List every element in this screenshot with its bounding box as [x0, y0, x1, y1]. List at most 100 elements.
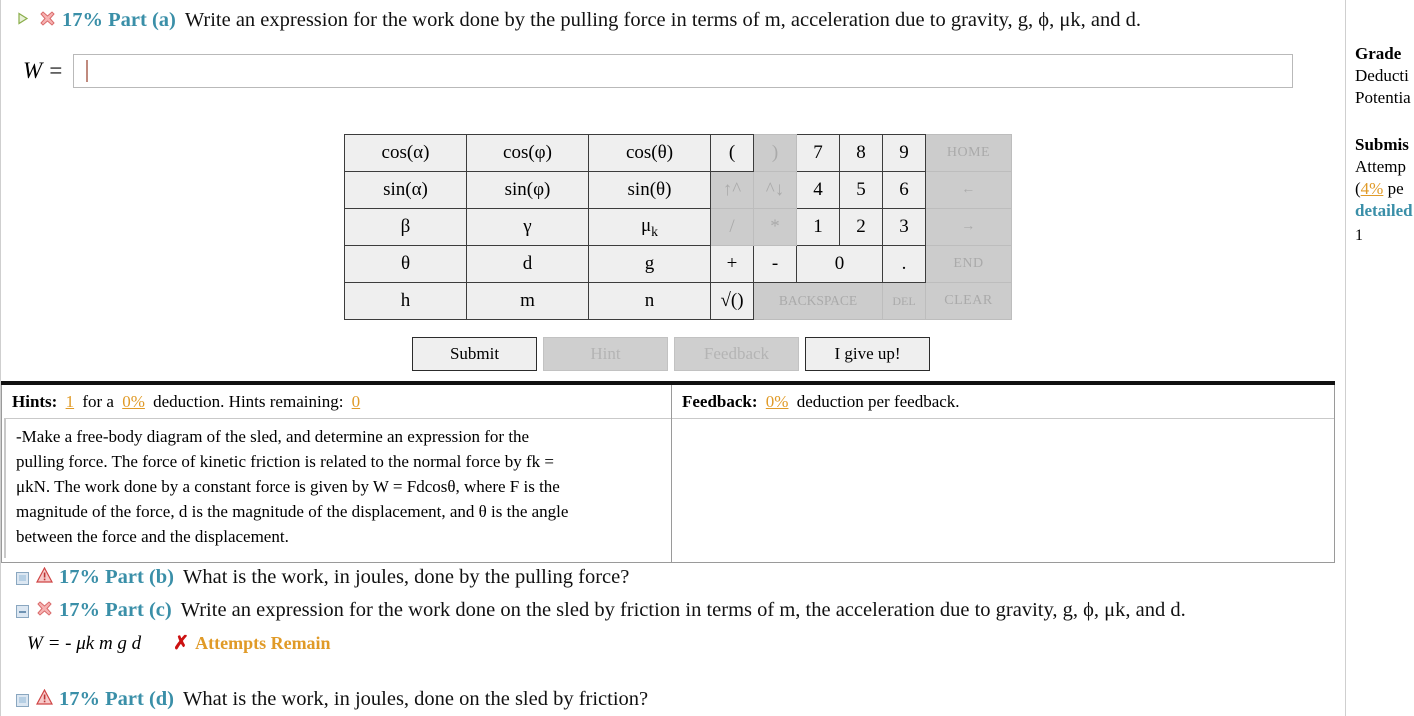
key-1[interactable]: 1 [796, 208, 840, 246]
key-3[interactable]: 3 [882, 208, 926, 246]
key-cos-phi[interactable]: cos(φ) [466, 134, 589, 172]
key-h[interactable]: h [344, 282, 467, 320]
part-a-label[interactable]: 17% Part (a) [62, 9, 176, 32]
hint-line-2: pulling force. The force of kinetic fric… [16, 451, 554, 471]
part-a-text: Write an expression for the work done by… [184, 9, 1141, 31]
main-content-column: 17% Part (a) Write an expression for the… [0, 0, 1345, 716]
feedback-body [672, 418, 1334, 559]
keypad-body: cos(α) cos(φ) cos(θ) ( ) 7 8 9 HOME sin(… [344, 134, 1012, 320]
key-clear: CLEAR [925, 282, 1012, 320]
red-x-icon [36, 10, 58, 32]
key-arrow-left: ← [925, 171, 1012, 209]
key-5[interactable]: 5 [839, 171, 883, 209]
hints-remaining-count[interactable]: 0 [348, 392, 365, 411]
key-mu-k-sub: k [651, 223, 659, 239]
hint-line-1: -Make a free-body diagram of the sled, a… [16, 427, 530, 446]
key-home: HOME [925, 134, 1012, 172]
part-c-label[interactable]: 17% Part (c) [59, 599, 172, 622]
hints-feedback-panel: Hints: 1 for a 0% deduction. Hints remai… [1, 385, 1335, 563]
key-sin-theta[interactable]: sin(θ) [588, 171, 711, 209]
green-play-triangle-icon[interactable] [11, 10, 33, 31]
hints-panel: Hints: 1 for a 0% deduction. Hints remai… [2, 385, 672, 562]
key-minus[interactable]: - [753, 245, 797, 283]
expand-box-icon[interactable] [11, 567, 33, 588]
key-7[interactable]: 7 [796, 134, 840, 172]
key-6[interactable]: 6 [882, 171, 926, 209]
part-a-header: 17% Part (a) Write an expression for the… [11, 9, 1141, 32]
key-backspace: BACKSPACE [753, 282, 883, 320]
expand-box-icon[interactable] [11, 689, 33, 710]
key-8[interactable]: 8 [839, 134, 883, 172]
key-d[interactable]: d [466, 245, 589, 283]
key-theta[interactable]: θ [344, 245, 467, 283]
key-power-up: ↑^ [710, 171, 754, 209]
hint-line-5: between the force and the displacement. [16, 526, 289, 546]
part-c-header: 17% Part (c) Write an expression for the… [11, 599, 1186, 622]
grade-summary-title: Grade [1355, 44, 1402, 63]
key-0[interactable]: 0 [796, 245, 883, 283]
part-d-label[interactable]: 17% Part (d) [59, 688, 174, 711]
give-up-button[interactable]: I give up! [805, 337, 930, 371]
hint-line-4: magnitude of the force, d is the magnitu… [16, 501, 569, 521]
key-square-root[interactable]: √() [710, 282, 754, 320]
submit-button[interactable]: Submit [412, 337, 537, 371]
key-n[interactable]: n [588, 282, 711, 320]
key-g[interactable]: g [588, 245, 711, 283]
feedback-deduction-pct[interactable]: 0% [762, 392, 793, 411]
key-delete: DEL [882, 282, 926, 320]
grade-deduction-line: Deducti [1355, 66, 1409, 85]
keypad-row: θ d g + - 0 . END [344, 245, 1012, 283]
attempts-remain-label: Attempts Remain [195, 633, 331, 653]
hints-for-a-text: for a [82, 392, 114, 411]
keypad-row: cos(α) cos(φ) cos(θ) ( ) 7 8 9 HOME [344, 134, 1012, 172]
part-c-answer-row: W = - μk m g d ✗ Attempts Remain [27, 632, 331, 655]
incorrect-x-icon: ✗ [173, 633, 190, 654]
submissions-title: Submis [1355, 135, 1409, 154]
key-gamma[interactable]: γ [466, 208, 589, 246]
key-open-paren[interactable]: ( [710, 134, 754, 172]
feedback-button: Feedback [674, 337, 799, 371]
key-9[interactable]: 9 [882, 134, 926, 172]
keypad-row: h m n √() BACKSPACE DEL CLEAR [344, 282, 1012, 320]
per-attempt-line: (4% pe [1346, 177, 1414, 199]
key-divide: / [710, 208, 754, 246]
hint-button: Hint [543, 337, 668, 371]
key-mu-k[interactable]: μk [588, 208, 711, 246]
collapse-box-icon[interactable] [11, 600, 33, 621]
text-caret [86, 60, 88, 82]
part-b-text: What is the work, in joules, done by the… [183, 566, 630, 588]
key-beta[interactable]: β [344, 208, 467, 246]
key-m[interactable]: m [466, 282, 589, 320]
key-cos-alpha[interactable]: cos(α) [344, 134, 467, 172]
per-attempt-pct: 4% [1360, 179, 1384, 198]
key-cos-theta[interactable]: cos(θ) [588, 134, 711, 172]
grade-potential-line: Potentia [1355, 88, 1411, 107]
key-sin-phi[interactable]: sin(φ) [466, 171, 589, 209]
warning-triangle-icon [33, 566, 55, 588]
key-4[interactable]: 4 [796, 171, 840, 209]
math-keypad[interactable]: cos(α) cos(φ) cos(θ) ( ) 7 8 9 HOME sin(… [344, 134, 1012, 320]
hints-count[interactable]: 1 [62, 392, 79, 411]
part-b-label[interactable]: 17% Part (b) [59, 566, 174, 589]
part-a-answer-input[interactable] [73, 54, 1294, 88]
action-button-row: Submit Hint Feedback I give up! [412, 337, 930, 371]
warning-triangle-icon [33, 688, 55, 710]
part-d-header: 17% Part (d) What is the work, in joules… [11, 688, 648, 711]
attempts-line: Attemp [1355, 157, 1406, 176]
key-plus[interactable]: + [710, 245, 754, 283]
key-2[interactable]: 2 [839, 208, 883, 246]
detailed-view-link[interactable]: detailed [1346, 199, 1414, 221]
hints-deduction-pct[interactable]: 0% [118, 392, 149, 411]
key-sin-alpha[interactable]: sin(α) [344, 171, 467, 209]
key-decimal-point[interactable]: . [882, 245, 926, 283]
red-x-icon [33, 600, 55, 622]
per-suffix: pe [1387, 179, 1404, 198]
part-c-answer-text: W = - μk m g d [27, 633, 142, 654]
hint-line-3: μkN. The work done by a constant force i… [16, 476, 560, 496]
feedback-header: Feedback: 0% deduction per feedback. [672, 385, 1334, 418]
hints-header: Hints: 1 for a 0% deduction. Hints remai… [2, 385, 671, 418]
key-multiply: * [753, 208, 797, 246]
keypad-row: β γ μk / * 1 2 3 → [344, 208, 1012, 246]
key-arrow-right: → [925, 208, 1012, 246]
hints-title: Hints: [12, 392, 58, 411]
